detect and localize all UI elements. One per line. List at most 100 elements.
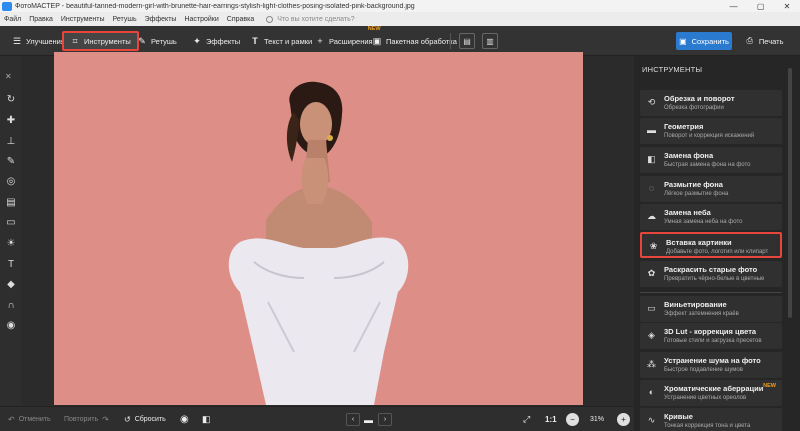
tool-subtitle: Превратить чёрно-белые в цветные	[664, 276, 765, 282]
fit-screen-icon[interactable]: ⤢	[523, 413, 530, 426]
tool-background-replace[interactable]: ◧ Замена фона Быстрая замена фона на фот…	[640, 147, 782, 173]
tool-insert-image[interactable]: ❀ Вставка картинки Добавьте фото, логоти…	[640, 232, 782, 258]
tool-title: 3D Lut - коррекция цвета	[664, 327, 757, 336]
maximize-button[interactable]: ▢	[757, 2, 765, 11]
radial-tool-icon[interactable]: ◎	[5, 176, 17, 188]
retouch-tab[interactable]: ✎ Ретушь	[131, 31, 183, 51]
tool-geometry[interactable]: ▬ Геометрия Поворот и коррекция искажени…	[640, 118, 782, 144]
tool-vignette[interactable]: ▭ Виньетирование Эффект затемнения краёв	[640, 296, 782, 322]
crop-rotate-icon: ⟲	[647, 97, 656, 107]
stamp-tool-icon[interactable]: ⊥	[5, 136, 17, 148]
effects-icon: ✦	[193, 36, 201, 46]
tool-subtitle: Готовые стили и загрузка пресетов	[664, 338, 762, 344]
tool-title: Кривые	[664, 412, 693, 421]
tool-crop-rotate[interactable]: ⟲ Обрезка и поворот Обрезка фотографии	[640, 90, 782, 116]
blur-icon: ◌	[648, 183, 655, 193]
magnet-tool-icon[interactable]: ∩	[5, 300, 17, 312]
shield-tool-icon[interactable]: ◉	[5, 320, 17, 332]
tool-noise-reduction[interactable]: ⁂ Устранение шума на фото Быстрое подавл…	[640, 352, 782, 378]
tool-subtitle: Быстрая замена фона на фото	[664, 162, 751, 168]
tool-title: Размытие фона	[664, 180, 723, 189]
text-frames-tab[interactable]: T Текст и рамки	[244, 31, 318, 51]
reset-icon: ↺	[124, 415, 131, 424]
text-tool-icon[interactable]: T	[5, 259, 17, 271]
tool-3d-lut[interactable]: ◈ 3D Lut - коррекция цвета Готовые стили…	[640, 323, 782, 349]
portrait-photo	[228, 81, 409, 405]
gradient-tool-icon[interactable]: ▤	[5, 197, 17, 209]
geometry-icon: ▬	[647, 125, 656, 135]
lut-icon: ◈	[648, 330, 655, 340]
zoom-value: 31%	[590, 416, 605, 423]
menu-effects[interactable]: Эффекты	[145, 16, 177, 23]
left-tool-strip: ✕ ↻ ✚ ⊥ ✎ ◎ ▤ ▭ ☀ T ◆ ∩ ◉	[0, 56, 22, 406]
tool-title: Замена неба	[664, 208, 711, 217]
zoom-out-button[interactable]: −	[566, 413, 579, 426]
menu-settings[interactable]: Настройки	[184, 16, 218, 23]
tool-curves[interactable]: ∿ Кривые Тонкая коррекция тона и цвета	[640, 408, 782, 431]
menu-edit[interactable]: Правка	[29, 16, 53, 23]
effects-tab[interactable]: ✦ Эффекты	[186, 31, 246, 51]
fill-tool-icon[interactable]: ◆	[5, 279, 17, 291]
minus-icon: −	[570, 415, 575, 424]
menu-retouch[interactable]: Ретушь	[113, 16, 137, 23]
folder-icon[interactable]: ▬	[364, 413, 373, 426]
title-bar: ФотоМАСТЕР - beautiful-tanned-modern-gir…	[0, 0, 800, 12]
tool-subtitle: Обрезка фотографии	[664, 105, 724, 111]
crop-icon: ⌗	[72, 36, 78, 46]
tool-subtitle: Тонкая коррекция тона и цвета	[664, 423, 751, 429]
batch-processing-tab[interactable]: ▣ Пакетная обработка	[366, 31, 463, 51]
prev-image-button[interactable]: ‹	[346, 413, 360, 426]
tool-colorize[interactable]: ✿ Раскрасить старые фото Превратить чёрн…	[640, 261, 782, 287]
tool-subtitle: Быстрое подавление шумов	[664, 367, 743, 373]
tool-chromatic-aberration[interactable]: ◐ Хроматические аберрации Устранение цве…	[640, 380, 782, 406]
colorize-icon: ✿	[647, 268, 656, 278]
menu-tools[interactable]: Инструменты	[61, 16, 105, 23]
light-tool-icon[interactable]: ☀	[5, 238, 17, 250]
tool-title: Виньетирование	[664, 300, 727, 309]
compare-split-icon[interactable]: ◧	[202, 413, 211, 426]
save-label: Сохранить	[691, 36, 729, 46]
zoom-1-1-button[interactable]: 1:1	[545, 413, 557, 426]
scrollbar-thumb[interactable]	[788, 68, 792, 318]
save-button[interactable]: ▣ Сохранить	[676, 32, 732, 50]
tool-background-blur[interactable]: ◌ Размытие фона Лёгкое размытие фона	[640, 176, 782, 202]
tools-tab[interactable]: ⌗ Инструменты	[62, 31, 139, 51]
history-button[interactable]: ▥	[482, 33, 498, 49]
search-placeholder: Что вы хотите сделать?	[277, 15, 355, 23]
heal-tool-icon[interactable]: ✚	[5, 115, 17, 127]
insert-image-icon: ❀	[649, 241, 658, 251]
print-button[interactable]: ⎙ Печать	[738, 32, 792, 50]
next-image-button[interactable]: ›	[378, 413, 392, 426]
close-strip-icon[interactable]: ✕	[5, 72, 12, 81]
plus-icon: +	[621, 415, 626, 424]
search-icon	[266, 15, 274, 23]
menu-help[interactable]: Справка	[227, 16, 254, 23]
text-frames-label: Текст и рамки	[264, 36, 313, 46]
menu-file[interactable]: Файл	[4, 16, 21, 23]
frame-tool-icon[interactable]: ▭	[5, 217, 17, 229]
rotate-tool-icon[interactable]: ↻	[5, 94, 17, 106]
brush-icon: ✎	[138, 36, 146, 46]
chevron-left-icon: ‹	[351, 416, 355, 423]
photo-canvas[interactable]	[54, 52, 583, 405]
tool-subtitle: Умная замена неба на фото	[664, 219, 743, 225]
preview-eye-icon[interactable]: ◉	[180, 413, 189, 426]
minimize-button[interactable]: —	[730, 2, 738, 11]
save-icon: ▣	[679, 36, 687, 46]
brush-tool-icon[interactable]: ✎	[5, 156, 17, 168]
undo-button[interactable]: ↶ Отменить	[8, 413, 51, 426]
tool-sky-replace[interactable]: ☁ Замена неба Умная замена неба на фото	[640, 204, 782, 230]
reset-button[interactable]: ↺ Сбросить	[124, 413, 166, 426]
compare-button[interactable]: ▤	[459, 33, 475, 49]
window-title: ФотоМАСТЕР - beautiful-tanned-modern-gir…	[15, 2, 415, 10]
new-badge: NEW	[763, 383, 776, 389]
batch-icon: ▣	[372, 36, 382, 46]
zoom-in-button[interactable]: +	[617, 413, 630, 426]
redo-icon: ↷	[102, 415, 109, 424]
curves-icon: ∿	[647, 415, 656, 425]
menu-search[interactable]: Что вы хотите сделать?	[266, 15, 355, 23]
panel-scrollbar[interactable]	[788, 62, 794, 422]
close-window-button[interactable]: ✕	[784, 2, 791, 11]
redo-button[interactable]: Повторить ↷	[64, 413, 109, 426]
effects-label: Эффекты	[206, 36, 241, 46]
